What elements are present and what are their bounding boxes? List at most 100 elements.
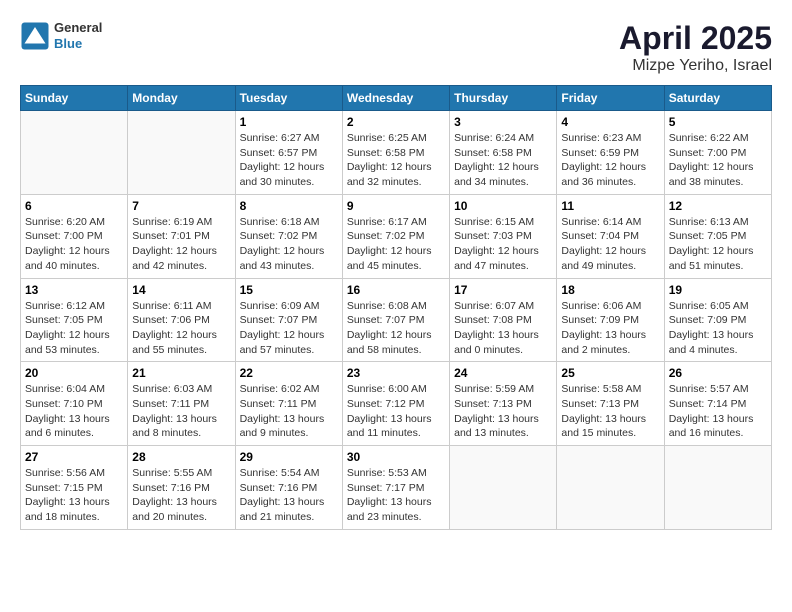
day-info: Sunrise: 6:06 AM Sunset: 7:09 PM Dayligh… [561, 299, 659, 358]
day-number: 21 [132, 366, 230, 380]
calendar-day-cell: 13 Sunrise: 6:12 AM Sunset: 7:05 PM Dayli… [21, 278, 128, 362]
day-number: 27 [25, 450, 123, 464]
day-number: 6 [25, 199, 123, 213]
day-info: Sunrise: 6:20 AM Sunset: 7:00 PM Dayligh… [25, 215, 123, 274]
day-of-week-header: Friday [557, 86, 664, 111]
calendar-week-row: 13 Sunrise: 6:12 AM Sunset: 7:05 PM Dayli… [21, 278, 772, 362]
day-info: Sunrise: 6:23 AM Sunset: 6:59 PM Dayligh… [561, 131, 659, 190]
calendar-day-cell: 4 Sunrise: 6:23 AM Sunset: 6:59 PM Daylig… [557, 111, 664, 195]
day-number: 3 [454, 115, 552, 129]
day-number: 11 [561, 199, 659, 213]
calendar-day-cell: 20Sunrise: 6:04 AM Sunset: 7:10 PM Dayli… [21, 362, 128, 446]
day-info: Sunrise: 6:07 AM Sunset: 7:08 PM Dayligh… [454, 299, 552, 358]
day-number: 2 [347, 115, 445, 129]
calendar-week-row: 27 Sunrise: 5:56 AM Sunset: 7:15 PM Dayli… [21, 446, 772, 530]
day-number: 17 [454, 283, 552, 297]
logo: General Blue [20, 20, 102, 51]
day-info: Sunrise: 6:14 AM Sunset: 7:04 PM Dayligh… [561, 215, 659, 274]
logo-icon [20, 21, 50, 51]
page-header: General Blue April 2025 Mizpe Yeriho, Is… [20, 20, 772, 75]
calendar-day-cell: 1Sunrise: 6:27 AM Sunset: 6:57 PM Daylig… [235, 111, 342, 195]
calendar-day-cell: 12 Sunrise: 6:13 AM Sunset: 7:05 PM Dayli… [664, 194, 771, 278]
calendar-day-cell: 9 Sunrise: 6:17 AM Sunset: 7:02 PM Daylig… [342, 194, 449, 278]
calendar-week-row: 1Sunrise: 6:27 AM Sunset: 6:57 PM Daylig… [21, 111, 772, 195]
day-number: 13 [25, 283, 123, 297]
day-info: Sunrise: 5:55 AM Sunset: 7:16 PM Dayligh… [132, 466, 230, 525]
calendar-week-row: 20Sunrise: 6:04 AM Sunset: 7:10 PM Dayli… [21, 362, 772, 446]
day-info: Sunrise: 6:17 AM Sunset: 7:02 PM Dayligh… [347, 215, 445, 274]
calendar-day-cell [557, 446, 664, 530]
day-number: 16 [347, 283, 445, 297]
day-info: Sunrise: 6:15 AM Sunset: 7:03 PM Dayligh… [454, 215, 552, 274]
day-info: Sunrise: 5:53 AM Sunset: 7:17 PM Dayligh… [347, 466, 445, 525]
day-info: Sunrise: 6:18 AM Sunset: 7:02 PM Dayligh… [240, 215, 338, 274]
calendar-day-cell: 15 Sunrise: 6:09 AM Sunset: 7:07 PM Dayli… [235, 278, 342, 362]
day-info: Sunrise: 6:22 AM Sunset: 7:00 PM Dayligh… [669, 131, 767, 190]
title-block: April 2025 Mizpe Yeriho, Israel [619, 20, 772, 75]
calendar-day-cell [21, 111, 128, 195]
day-info: Sunrise: 6:19 AM Sunset: 7:01 PM Dayligh… [132, 215, 230, 274]
calendar-day-cell: 18 Sunrise: 6:06 AM Sunset: 7:09 PM Dayli… [557, 278, 664, 362]
day-info: Sunrise: 6:12 AM Sunset: 7:05 PM Dayligh… [25, 299, 123, 358]
day-info: Sunrise: 5:56 AM Sunset: 7:15 PM Dayligh… [25, 466, 123, 525]
calendar-day-cell: 6 Sunrise: 6:20 AM Sunset: 7:00 PM Daylig… [21, 194, 128, 278]
calendar-day-cell: 29 Sunrise: 5:54 AM Sunset: 7:16 PM Dayli… [235, 446, 342, 530]
day-info: Sunrise: 6:00 AM Sunset: 7:12 PM Dayligh… [347, 382, 445, 441]
day-of-week-header: Saturday [664, 86, 771, 111]
calendar-day-cell: 24 Sunrise: 5:59 AM Sunset: 7:13 PM Dayli… [450, 362, 557, 446]
day-of-week-header: Tuesday [235, 86, 342, 111]
calendar-title: April 2025 [619, 20, 772, 57]
calendar-day-cell: 5 Sunrise: 6:22 AM Sunset: 7:00 PM Daylig… [664, 111, 771, 195]
calendar-day-cell: 2 Sunrise: 6:25 AM Sunset: 6:58 PM Daylig… [342, 111, 449, 195]
day-info: Sunrise: 6:25 AM Sunset: 6:58 PM Dayligh… [347, 131, 445, 190]
day-info: Sunrise: 5:58 AM Sunset: 7:13 PM Dayligh… [561, 382, 659, 441]
day-info: Sunrise: 5:59 AM Sunset: 7:13 PM Dayligh… [454, 382, 552, 441]
day-info: Sunrise: 6:08 AM Sunset: 7:07 PM Dayligh… [347, 299, 445, 358]
day-number: 4 [561, 115, 659, 129]
day-number: 29 [240, 450, 338, 464]
calendar-day-cell [128, 111, 235, 195]
day-number: 23 [347, 366, 445, 380]
day-number: 7 [132, 199, 230, 213]
calendar-day-cell: 7 Sunrise: 6:19 AM Sunset: 7:01 PM Daylig… [128, 194, 235, 278]
day-number: 8 [240, 199, 338, 213]
day-info: Sunrise: 6:13 AM Sunset: 7:05 PM Dayligh… [669, 215, 767, 274]
calendar-day-cell: 21 Sunrise: 6:03 AM Sunset: 7:11 PM Dayli… [128, 362, 235, 446]
day-number: 15 [240, 283, 338, 297]
day-info: Sunrise: 5:54 AM Sunset: 7:16 PM Dayligh… [240, 466, 338, 525]
calendar-day-cell: 16 Sunrise: 6:08 AM Sunset: 7:07 PM Dayli… [342, 278, 449, 362]
calendar-subtitle: Mizpe Yeriho, Israel [619, 57, 772, 75]
day-info: Sunrise: 6:11 AM Sunset: 7:06 PM Dayligh… [132, 299, 230, 358]
day-of-week-header: Thursday [450, 86, 557, 111]
day-info: Sunrise: 5:57 AM Sunset: 7:14 PM Dayligh… [669, 382, 767, 441]
day-info: Sunrise: 6:24 AM Sunset: 6:58 PM Dayligh… [454, 131, 552, 190]
logo-general-text: General [54, 20, 102, 36]
calendar-week-row: 6 Sunrise: 6:20 AM Sunset: 7:00 PM Daylig… [21, 194, 772, 278]
day-info: Sunrise: 6:09 AM Sunset: 7:07 PM Dayligh… [240, 299, 338, 358]
day-number: 9 [347, 199, 445, 213]
day-number: 14 [132, 283, 230, 297]
day-of-week-header: Wednesday [342, 86, 449, 111]
day-number: 25 [561, 366, 659, 380]
calendar-day-cell: 3 Sunrise: 6:24 AM Sunset: 6:58 PM Daylig… [450, 111, 557, 195]
calendar-day-cell: 14 Sunrise: 6:11 AM Sunset: 7:06 PM Dayli… [128, 278, 235, 362]
day-number: 12 [669, 199, 767, 213]
day-number: 18 [561, 283, 659, 297]
calendar-day-cell: 23 Sunrise: 6:00 AM Sunset: 7:12 PM Dayli… [342, 362, 449, 446]
day-number: 19 [669, 283, 767, 297]
calendar-day-cell: 8 Sunrise: 6:18 AM Sunset: 7:02 PM Daylig… [235, 194, 342, 278]
calendar-day-cell: 10 Sunrise: 6:15 AM Sunset: 7:03 PM Dayli… [450, 194, 557, 278]
day-number: 24 [454, 366, 552, 380]
calendar-day-cell: 28Sunrise: 5:55 AM Sunset: 7:16 PM Dayli… [128, 446, 235, 530]
day-number: 5 [669, 115, 767, 129]
day-info: Sunrise: 6:02 AM Sunset: 7:11 PM Dayligh… [240, 382, 338, 441]
calendar-day-cell: 22 Sunrise: 6:02 AM Sunset: 7:11 PM Dayli… [235, 362, 342, 446]
day-number: 22 [240, 366, 338, 380]
day-info: Sunrise: 6:03 AM Sunset: 7:11 PM Dayligh… [132, 382, 230, 441]
day-info: Sunrise: 6:05 AM Sunset: 7:09 PM Dayligh… [669, 299, 767, 358]
calendar-day-cell: 30Sunrise: 5:53 AM Sunset: 7:17 PM Dayli… [342, 446, 449, 530]
day-of-week-header: Sunday [21, 86, 128, 111]
day-info: Sunrise: 6:04 AM Sunset: 7:10 PM Dayligh… [25, 382, 123, 441]
day-number: 10 [454, 199, 552, 213]
calendar-day-cell: 11 Sunrise: 6:14 AM Sunset: 7:04 PM Dayli… [557, 194, 664, 278]
